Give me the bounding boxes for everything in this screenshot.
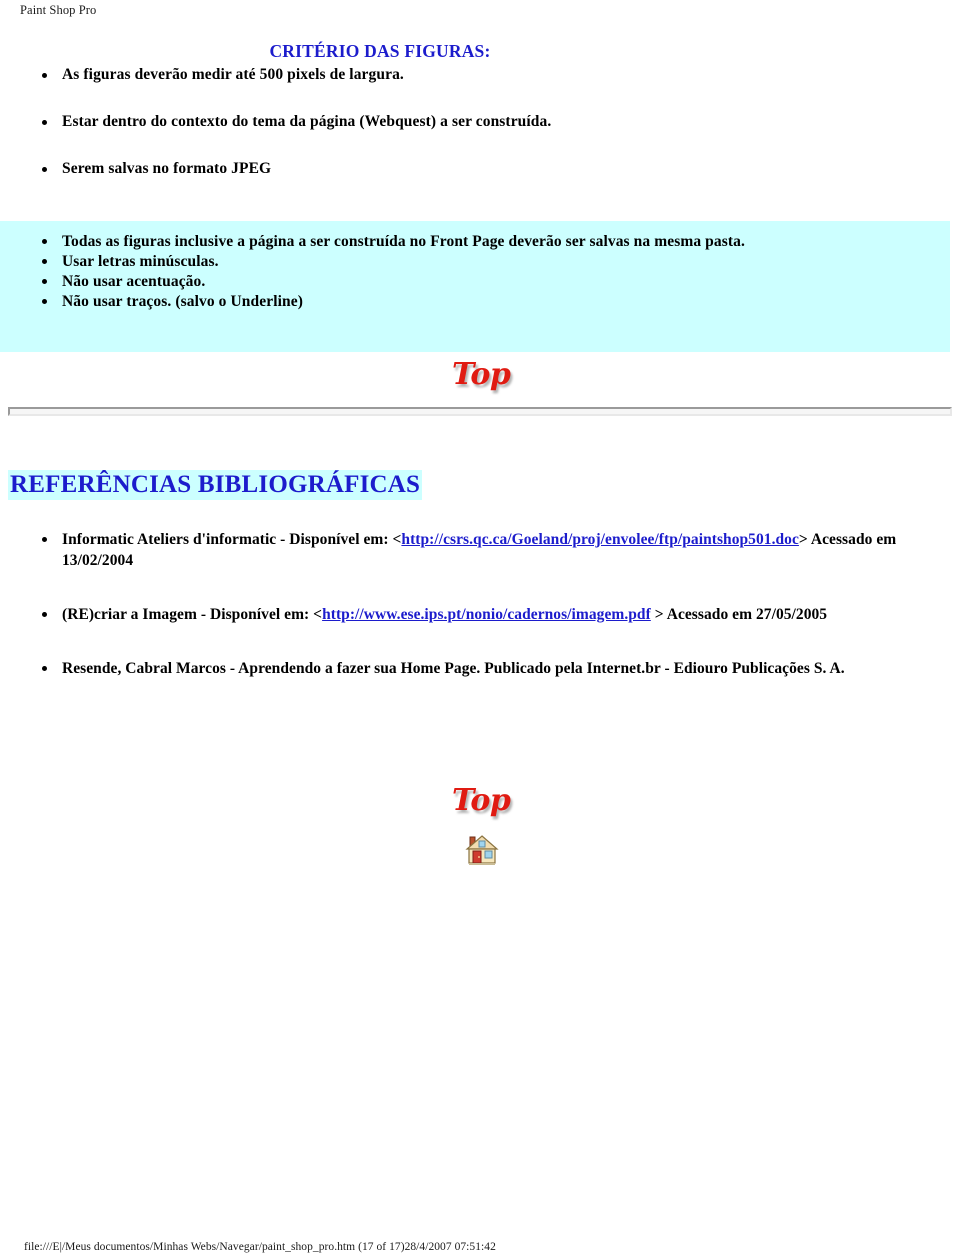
horizontal-rule — [8, 407, 952, 416]
running-header: Paint Shop Pro — [20, 3, 97, 17]
list-item: As figuras deverão medir até 500 pixels … — [0, 66, 960, 84]
bullet-icon — [42, 167, 47, 172]
bullet-icon — [42, 259, 47, 264]
bullet-icon — [42, 73, 47, 78]
list-item: Não usar acentuação. — [0, 272, 950, 291]
list-item: Informatic Ateliers d'informatic - Dispo… — [0, 529, 960, 571]
reference-link[interactable]: http://www.ese.ips.pt/nonio/cadernos/ima… — [322, 606, 651, 623]
home-icon[interactable] — [462, 830, 502, 870]
list-item-label: Não usar acentuação. — [62, 273, 206, 290]
list-item: Estar dentro do contexto do tema da pági… — [0, 113, 960, 131]
list-item: Usar letras minúsculas. — [0, 252, 950, 271]
list-item-label: Usar letras minúsculas. — [62, 253, 219, 270]
bullet-icon — [42, 279, 47, 284]
reference-text-prefix: Informatic Ateliers d'informatic - Dispo… — [62, 531, 402, 548]
top-anchor-graphic[interactable]: Top — [452, 357, 511, 392]
criteria-list-highlighted: Todas as figuras inclusive a página a se… — [0, 221, 950, 352]
list-item: Serem salvas no formato JPEG — [0, 160, 960, 178]
list-item-label: Estar dentro do contexto do tema da pági… — [62, 113, 552, 130]
reference-link[interactable]: http://csrs.qc.ca/Goeland/proj/envolee/f… — [401, 531, 799, 548]
list-item: Não usar traços. (salvo o Underline) — [0, 292, 950, 311]
list-item: Todas as figuras inclusive a página a se… — [0, 232, 950, 251]
list-item: Resende, Cabral Marcos - Aprendendo a fa… — [0, 658, 960, 679]
list-item-label: As figuras deverão medir até 500 pixels … — [62, 66, 404, 83]
bullet-icon — [42, 612, 47, 617]
bullet-icon — [42, 299, 47, 304]
list-item-label: Serem salvas no formato JPEG — [62, 160, 272, 177]
page-title: CRITÉRIO DAS FIGURAS: — [269, 41, 491, 61]
criteria-list-white: As figuras deverão medir até 500 pixels … — [0, 66, 960, 207]
reference-text-prefix: Resende, Cabral Marcos - Aprendendo a fa… — [62, 660, 845, 677]
references-list: Informatic Ateliers d'informatic - Dispo… — [0, 529, 960, 712]
bullet-icon — [42, 120, 47, 125]
top-anchor-graphic[interactable]: Top — [452, 783, 511, 818]
reference-text-prefix: (RE)criar a Imagem - Disponível em: < — [62, 606, 323, 623]
list-item-label: Todas as figuras inclusive a página a se… — [62, 233, 745, 250]
bullet-icon — [42, 537, 47, 542]
footer-path: file:///E|/Meus documentos/Minhas Webs/N… — [24, 1241, 496, 1253]
references-heading: REFERÊNCIAS BIBLIOGRÁFICAS — [8, 470, 423, 500]
reference-text-suffix: > Acessado em 27/05/2005 — [650, 606, 828, 623]
bullet-icon — [42, 666, 47, 671]
bullet-icon — [42, 239, 47, 244]
list-item-label: Não usar traços. (salvo o Underline) — [62, 293, 303, 310]
list-item: (RE)criar a Imagem - Disponível em: <htt… — [0, 604, 960, 625]
